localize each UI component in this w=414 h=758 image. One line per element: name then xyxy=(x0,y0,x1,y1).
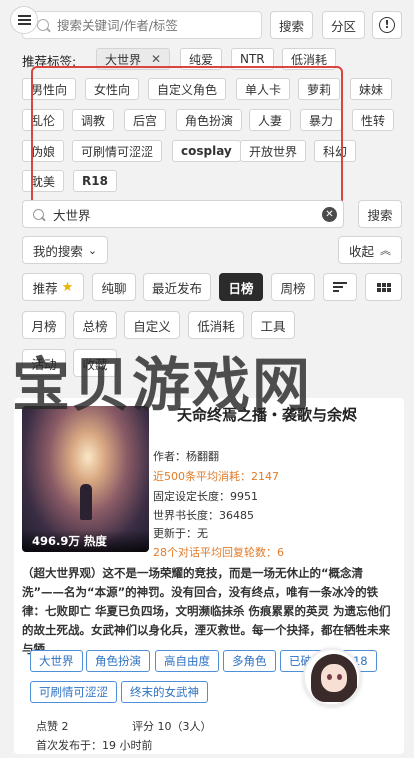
card-world-length: 世界书长度：36485 xyxy=(153,509,254,522)
tag-item[interactable]: 女性向 xyxy=(85,78,140,100)
my-search-label: 我的搜索 xyxy=(32,243,83,259)
card-fixed-length: 固定设定长度：9951 xyxy=(153,490,258,503)
card-tag[interactable]: 终末的女武神 xyxy=(121,681,208,703)
tag-item[interactable]: 低消耗 xyxy=(282,48,337,70)
menu-icon[interactable] xyxy=(10,6,38,34)
collapse-button[interactable]: 收起 ︽ xyxy=(338,236,402,264)
sort-weekly[interactable]: 周榜 xyxy=(271,273,315,301)
tag-item[interactable]: 暴力 xyxy=(300,109,343,131)
my-search-dropdown[interactable]: 我的搜索 ⌄ xyxy=(22,236,108,264)
card-avg-cost: 近500条平均消耗：2147 xyxy=(153,470,279,483)
tag-item[interactable]: 自定义角色 xyxy=(148,78,227,100)
star-icon: ★ xyxy=(61,279,74,295)
close-icon[interactable]: ✕ xyxy=(151,52,161,66)
sort-lines-icon xyxy=(333,282,347,292)
tag-item[interactable]: 妹妹 xyxy=(350,78,393,100)
selected-tag[interactable]: 大世界 ✕ xyxy=(96,48,171,70)
search-icon xyxy=(37,19,49,31)
tag-item[interactable]: cosplay xyxy=(172,140,241,162)
sort-low-cost[interactable]: 低消耗 xyxy=(188,311,244,339)
help-icon: ! xyxy=(379,17,395,33)
tag-item[interactable]: 男性向 xyxy=(22,78,77,100)
card-avg-rounds: 28个对话平均回复轮数：6 xyxy=(153,546,284,559)
grid-view-button[interactable] xyxy=(365,273,402,301)
card-title[interactable]: 天命终焉之播・袭歌与余烬 xyxy=(177,404,357,425)
sort-recommend-label: 推荐 xyxy=(32,280,58,296)
tag-item[interactable]: 人妻 xyxy=(249,109,292,131)
sort-daily[interactable]: 日榜 xyxy=(219,273,263,301)
tag-item[interactable]: 性转 xyxy=(352,109,395,131)
card-tag[interactable]: 高自由度 xyxy=(155,650,219,672)
sort-total[interactable]: 总榜 xyxy=(73,311,117,339)
tag-item[interactable]: 纯爱 xyxy=(180,48,223,70)
cover-image[interactable]: 496.9万 热度 xyxy=(22,406,149,552)
card-first-published: 首次发布于：19 小时前 xyxy=(36,739,153,752)
collapse-label: 收起 xyxy=(348,243,374,259)
assistant-avatar[interactable] xyxy=(303,648,361,706)
search-icon xyxy=(33,209,44,220)
sort-tools[interactable]: 工具 xyxy=(251,311,295,339)
card-tag[interactable]: 大世界 xyxy=(30,650,83,672)
card-tag[interactable]: 多角色 xyxy=(223,650,276,672)
clear-icon[interactable]: ✕ xyxy=(322,207,337,222)
filter-search-button[interactable]: 搜索 xyxy=(358,200,402,228)
card-updated: 更新于：无 xyxy=(153,527,208,540)
tag-item[interactable]: 单人卡 xyxy=(236,78,291,100)
sort-monthly[interactable]: 月榜 xyxy=(22,311,66,339)
chevron-down-icon: ⌄ xyxy=(87,243,98,257)
card-tag[interactable]: 角色扮演 xyxy=(86,650,150,672)
tag-item[interactable]: 乱伦 xyxy=(22,109,65,131)
selected-tag-label: 大世界 xyxy=(105,52,142,67)
tag-item[interactable]: 角色扮演 xyxy=(176,109,243,131)
card-description: （超大世界观）这不是一场荣耀的竞技，而是一场无休止的“概念清洗”——名为“本源”… xyxy=(22,566,391,656)
tag-item[interactable]: NTR xyxy=(231,48,274,70)
card-score: 评分 10（3人） xyxy=(132,720,212,733)
card-author: 作者：杨翻翻 xyxy=(153,450,219,463)
sort-recent[interactable]: 最近发布 xyxy=(143,273,211,301)
card-likes: 点赞 2 xyxy=(36,720,69,733)
sort-event[interactable]: 活动 xyxy=(22,349,66,377)
tag-item[interactable]: 耽美 xyxy=(22,170,65,192)
search-input[interactable] xyxy=(57,17,261,33)
search-input-box[interactable] xyxy=(22,11,262,39)
tag-item[interactable]: 可刷情可涩涩 xyxy=(72,140,163,162)
hot-badge: 496.9万 热度 xyxy=(22,530,149,552)
filter-input[interactable] xyxy=(53,206,343,222)
card-tag[interactable]: 可刷情可涩涩 xyxy=(30,681,117,703)
tag-item[interactable]: 后宫 xyxy=(124,109,167,131)
tag-item[interactable]: 伪娘 xyxy=(22,140,65,162)
category-button[interactable]: 分区 xyxy=(322,11,365,39)
sort-custom[interactable]: 自定义 xyxy=(124,311,180,339)
sort-favorites[interactable]: 收藏 xyxy=(73,349,117,377)
list-view-button[interactable] xyxy=(323,273,357,301)
sort-chat[interactable]: 纯聊 xyxy=(92,273,136,301)
tag-item[interactable]: R18 xyxy=(73,170,117,192)
tag-item[interactable]: 调教 xyxy=(72,109,115,131)
filter-input-box[interactable]: ✕ xyxy=(22,200,344,228)
cover-figure xyxy=(80,484,92,520)
chevron-up-icon: ︽ xyxy=(380,244,391,257)
tag-item[interactable]: 科幻 xyxy=(314,140,357,162)
search-button[interactable]: 搜索 xyxy=(270,11,313,39)
help-button[interactable]: ! xyxy=(372,11,402,39)
grid-icon xyxy=(376,282,391,292)
tag-item[interactable]: 萝莉 xyxy=(298,78,341,100)
recommended-tags-label: 推荐标签: xyxy=(22,54,77,69)
tag-item[interactable]: 开放世界 xyxy=(240,140,307,162)
sort-recommend[interactable]: 推荐 ★ xyxy=(22,273,84,301)
